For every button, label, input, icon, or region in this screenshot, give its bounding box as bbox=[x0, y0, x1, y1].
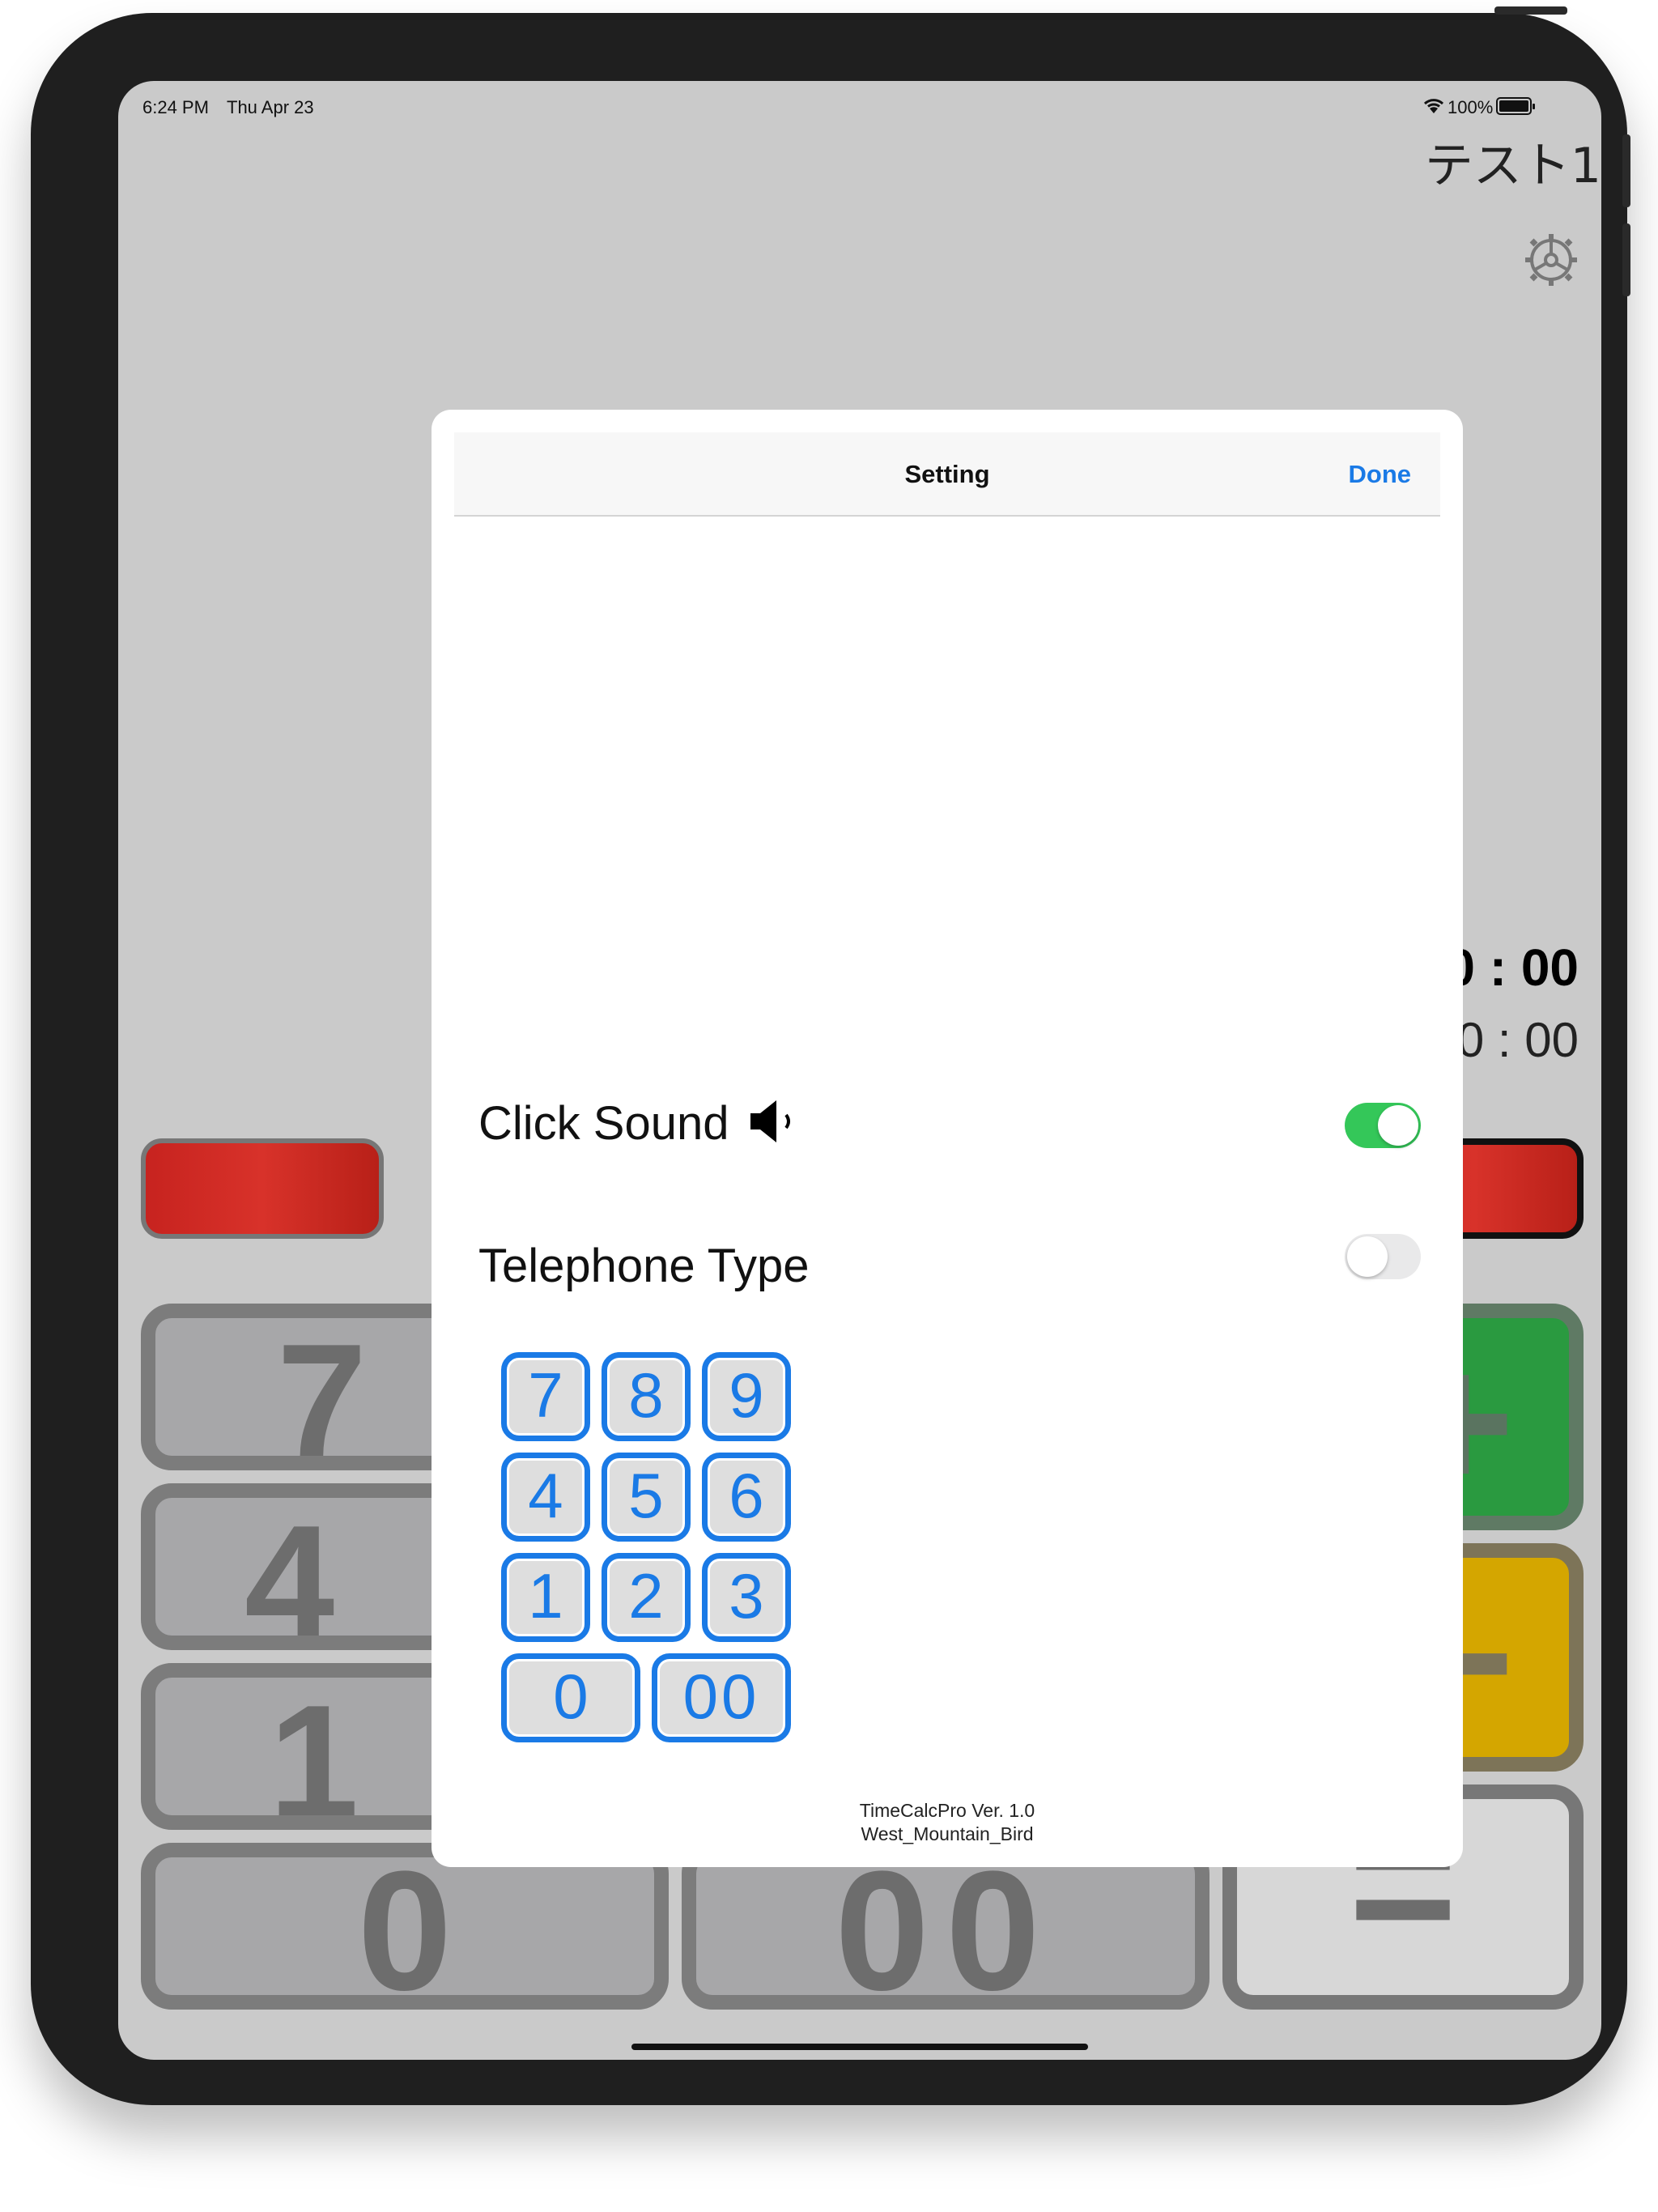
click-sound-label: Click Sound bbox=[478, 1097, 729, 1150]
keypad-preview-key: 5 bbox=[602, 1453, 691, 1542]
calc-key-0-label: 0 bbox=[357, 1843, 453, 2010]
power-button bbox=[1494, 6, 1567, 15]
keypad-preview-key: 2 bbox=[602, 1553, 691, 1642]
modal-navigation-bar: Setting Done bbox=[454, 432, 1440, 517]
battery-percentage: 100% bbox=[1448, 97, 1494, 117]
app-screen: 6:24 PM Thu Apr 23 100% テスト1 0: 00 + 0 … bbox=[118, 81, 1601, 2060]
keypad-preview-key: 6 bbox=[702, 1453, 791, 1542]
keypad-preview-key: 9 bbox=[702, 1352, 791, 1441]
calc-key-00-label: 00 bbox=[835, 1843, 1056, 2010]
calc-key-0[interactable]: 0 bbox=[141, 1843, 669, 2010]
keypad-preview-key: 8 bbox=[602, 1352, 691, 1441]
speaker-icon bbox=[747, 1097, 801, 1157]
click-sound-toggle[interactable] bbox=[1345, 1103, 1421, 1148]
calc-key-4-label: 4 bbox=[244, 1492, 335, 1650]
gear-icon[interactable] bbox=[1523, 232, 1579, 288]
volume-up-button bbox=[1622, 134, 1630, 207]
ipad-frame: 6:24 PM Thu Apr 23 100% テスト1 0: 00 + 0 … bbox=[31, 6, 1630, 2105]
calc-key-00[interactable]: 00 bbox=[682, 1843, 1209, 2010]
keypad-preview-key: 3 bbox=[702, 1553, 791, 1642]
done-button[interactable]: Done bbox=[1349, 460, 1412, 489]
battery-icon bbox=[1496, 97, 1535, 115]
calc-key-4[interactable]: 4 bbox=[141, 1483, 465, 1650]
clear-bar-left[interactable] bbox=[141, 1138, 384, 1239]
calc-key-7[interactable]: 7 bbox=[141, 1304, 465, 1470]
settings-modal: Setting Done Click Sound Telephone Type … bbox=[432, 410, 1463, 1867]
total-time-display: 0 : 00 bbox=[1446, 938, 1579, 997]
telephone-type-label: Telephone Type bbox=[478, 1240, 810, 1292]
calc-key-7-label: 7 bbox=[277, 1311, 368, 1470]
volume-down-button bbox=[1622, 223, 1630, 296]
home-indicator[interactable] bbox=[631, 2044, 1088, 2050]
status-date: Thu Apr 23 bbox=[227, 97, 314, 117]
calc-key-1-label: 1 bbox=[269, 1672, 359, 1830]
keypad-preview-key: 00 bbox=[652, 1653, 791, 1742]
document-title: テスト1 bbox=[1424, 138, 1601, 194]
keypad-preview-key: 1 bbox=[501, 1553, 590, 1642]
keypad-preview-key: 7 bbox=[501, 1352, 590, 1441]
click-sound-row: Click Sound bbox=[478, 1096, 801, 1157]
wifi-icon bbox=[1422, 96, 1446, 119]
keypad-preview-key: 4 bbox=[501, 1453, 590, 1542]
app-version: TimeCalcPro Ver. 1.0 bbox=[859, 1800, 1035, 1821]
status-time: 6:24 PM bbox=[142, 97, 209, 117]
modal-title: Setting bbox=[904, 460, 990, 488]
keypad-preview-key: 0 bbox=[501, 1653, 640, 1742]
telephone-type-toggle[interactable] bbox=[1345, 1234, 1421, 1279]
developer-name: West_Mountain_Bird bbox=[861, 1823, 1034, 1844]
